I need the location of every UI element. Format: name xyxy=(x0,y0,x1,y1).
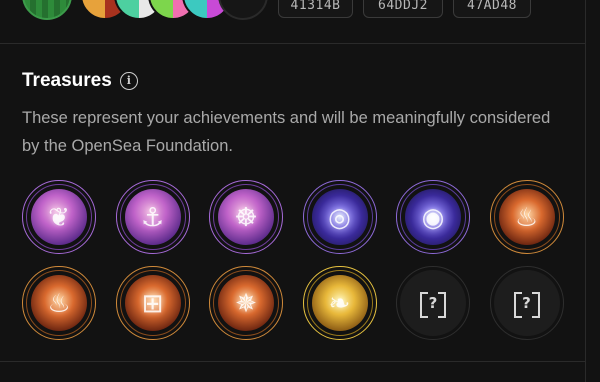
treasure-badge[interactable]: ❧ xyxy=(302,266,377,340)
info-icon[interactable]: i xyxy=(119,72,138,90)
locked-treasure-icon: ? xyxy=(400,270,466,336)
emblem-glyph: ♨ xyxy=(47,287,71,318)
swirl-orb-icon: ◎ xyxy=(311,189,368,245)
treasure-badge[interactable]: ⊞ xyxy=(115,266,190,340)
emblem-glyph: ⚓ xyxy=(140,201,165,232)
emblem-glyph: ◎ xyxy=(328,201,351,232)
ship-wheel-emblem-icon: ☸ xyxy=(218,189,274,245)
code-chips: 41314B 64DDJ2 47AD48 xyxy=(278,0,531,18)
emblem-glyph: ❧ xyxy=(328,287,351,318)
emblem-glyph: ☸ xyxy=(234,201,258,232)
emblem-glyph: ❦ xyxy=(48,201,70,232)
anchor-emblem-icon: ⚓ xyxy=(124,189,181,245)
treasure-badge[interactable]: ♨ xyxy=(22,266,96,340)
treasure-badge[interactable]: ✵ xyxy=(209,266,283,340)
treasure-badge-locked[interactable]: ? xyxy=(396,266,470,340)
treasure-chest-emblem-icon: ⊞ xyxy=(124,275,181,331)
code-chip[interactable]: 47AD48 xyxy=(453,0,531,18)
code-chip[interactable]: 41314B xyxy=(278,0,353,18)
emblem-glyph: ⊞ xyxy=(141,287,164,318)
treasure-badge[interactable]: ❦ xyxy=(22,180,96,254)
treasure-badge-locked[interactable]: ? xyxy=(489,266,564,340)
orbit-orb-icon: ◉ xyxy=(405,189,461,245)
section-divider xyxy=(0,361,585,362)
question-mark-icon: ? xyxy=(420,292,446,318)
leaf-emblem-icon: ❧ xyxy=(311,275,368,331)
question-mark-icon: ? xyxy=(513,292,540,318)
heart-emblem-icon: ❦ xyxy=(31,189,87,245)
emblem-glyph: ◉ xyxy=(421,201,445,232)
avatar[interactable] xyxy=(218,0,268,20)
code-chip[interactable]: 64DDJ2 xyxy=(363,0,443,18)
treasure-badge[interactable]: ◎ xyxy=(302,180,377,254)
section-description: These represent your achievements and wi… xyxy=(22,109,551,155)
treasures-header: Treasures i xyxy=(22,70,138,92)
profile-header-strip: 41314B 64DDJ2 47AD48 xyxy=(0,0,585,44)
treasure-badge[interactable]: ⚓ xyxy=(115,180,190,254)
treasure-badge[interactable]: ☸ xyxy=(209,180,283,254)
section-title: Treasures xyxy=(22,70,112,91)
emblem-glyph: ♨ xyxy=(514,201,539,232)
compass-emblem-icon: ✵ xyxy=(218,275,274,331)
locked-treasure-icon: ? xyxy=(493,270,560,336)
emblem-glyph: ✵ xyxy=(235,287,257,318)
treasures-grid: ❦ ⚓ ☸ ◎ ◉ ♨ ♨ ⊞ ✵ ❧?? xyxy=(22,180,582,340)
avatar[interactable] xyxy=(22,0,72,20)
flame-emblem-icon: ♨ xyxy=(498,189,555,245)
fire-emblem-icon: ♨ xyxy=(31,275,87,331)
treasure-badge[interactable]: ◉ xyxy=(396,180,470,254)
panel-divider xyxy=(585,0,586,382)
treasure-badge[interactable]: ♨ xyxy=(489,180,564,254)
